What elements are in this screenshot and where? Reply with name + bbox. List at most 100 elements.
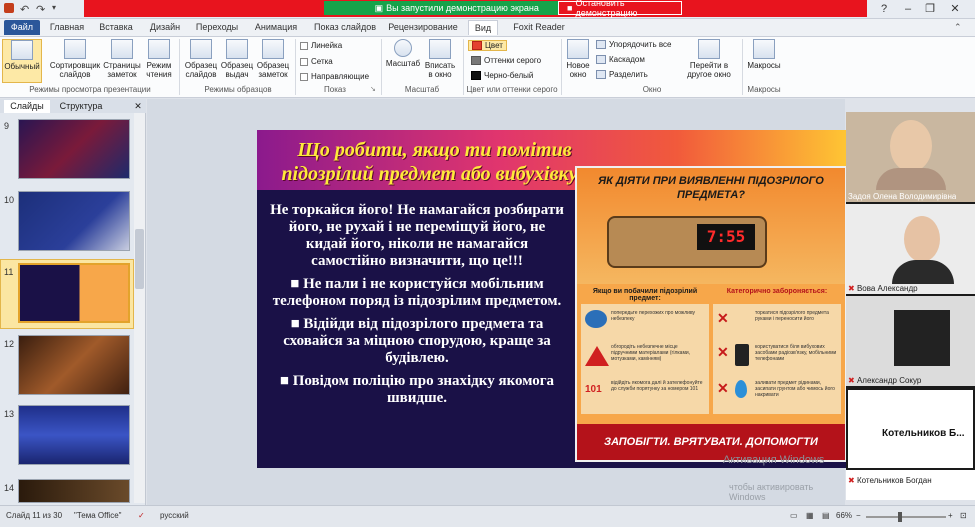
close-icon[interactable]: ✕: [944, 2, 966, 16]
participant-video-3[interactable]: ✖ Александр Сокур: [846, 296, 975, 386]
zoom-level[interactable]: 66%: [836, 511, 852, 520]
redo-icon[interactable]: ↷: [36, 3, 45, 16]
close-panel-icon[interactable]: ✕: [132, 100, 144, 113]
zoom-button[interactable]: Масштаб: [384, 39, 422, 68]
tab-file[interactable]: Файл: [4, 20, 40, 35]
slide-thumbnail-13[interactable]: [18, 405, 130, 465]
switch-window-label: Перейти в другое окно: [687, 61, 731, 79]
quick-access-dropdown-icon[interactable]: ▾: [52, 3, 56, 12]
tab-animation[interactable]: Анимация: [250, 20, 302, 35]
poster-left-column: попередьте перехожих про можливу небезпе…: [581, 304, 709, 414]
black-white-label: Черно-белый: [484, 71, 534, 80]
tab-slideshow[interactable]: Показ слайдов: [312, 20, 378, 35]
ruler-checkbox[interactable]: Линейка: [300, 41, 342, 50]
slide-paragraph: Не торкайся його! Не намагайся розбирати…: [270, 202, 564, 269]
cascade-button[interactable]: Каскадом: [596, 55, 645, 64]
participant-video-5[interactable]: ✖ Котельников Богдан: [846, 470, 975, 500]
tab-insert[interactable]: Вставка: [96, 20, 136, 35]
tab-design[interactable]: Дизайн: [146, 20, 184, 35]
language-label[interactable]: русский: [160, 511, 189, 520]
fit-window-button[interactable]: Вписать в окно: [422, 39, 458, 79]
zoom-slider[interactable]: [866, 512, 946, 522]
collapse-ribbon-icon[interactable]: ⌃: [954, 22, 962, 33]
grid-checkbox[interactable]: Сетка: [300, 57, 333, 66]
fit-slide-icon[interactable]: ⊡: [960, 511, 967, 520]
new-window-button[interactable]: Новое окно: [564, 39, 592, 79]
black-white-button[interactable]: Черно-белый: [471, 71, 533, 80]
participant-video-2[interactable]: ✖ Вова Александр: [846, 204, 975, 294]
guides-checkbox[interactable]: Направляющие: [300, 72, 369, 81]
app-icon: [4, 3, 14, 13]
tab-view[interactable]: Вид: [468, 20, 498, 35]
checkbox-icon: [300, 57, 308, 66]
slide-thumbnail-12[interactable]: [18, 335, 130, 395]
scrollbar-thumb[interactable]: [135, 229, 144, 289]
muted-mic-icon: ✖: [848, 376, 857, 385]
tab-outline[interactable]: Структура: [52, 100, 110, 113]
sorter-view-status-icon[interactable]: ▦: [806, 511, 814, 520]
participant-face: [890, 120, 932, 172]
poster-left-row: відійдіть якомога далі й зателефонуйте д…: [611, 380, 703, 392]
slide-thumbnail-11[interactable]: [18, 263, 130, 323]
current-slide[interactable]: Що робити, якщо ти помітив підозрілий пр…: [257, 130, 857, 468]
participant-name: Задоя Олена Володимирівна: [848, 192, 957, 201]
notes-page-button[interactable]: Страницы заметок: [102, 39, 142, 79]
normal-view-button[interactable]: Обычный: [2, 39, 42, 83]
slide-thumbnail-14[interactable]: [18, 479, 130, 503]
switch-window-button[interactable]: Перейти в другое окно: [680, 39, 738, 79]
participant-shoulders: [876, 168, 946, 190]
dialog-launcher-icon[interactable]: ↘: [370, 85, 376, 93]
grayscale-button[interactable]: Оттенки серого: [471, 56, 541, 65]
undo-icon[interactable]: ↶: [20, 3, 29, 16]
poster-right-column: ✕ торкатися підозрілого предмета руками …: [713, 304, 841, 414]
help-icon[interactable]: ?: [873, 2, 895, 16]
participant-video-1[interactable]: Задоя Олена Володимирівна: [846, 112, 975, 202]
spellcheck-icon[interactable]: ✓: [138, 511, 145, 520]
slide-sorter-button[interactable]: Сортировщик слайдов: [48, 39, 102, 79]
tab-foxit[interactable]: Foxit Reader PDF: [506, 20, 572, 47]
minimize-icon[interactable]: –: [897, 2, 919, 16]
reading-view-label: Режим чтения: [146, 61, 172, 79]
group-label-window: Окно: [642, 85, 662, 94]
maximize-icon[interactable]: ❐: [919, 2, 941, 16]
color-button[interactable]: Цвет: [468, 40, 507, 51]
slide-thumbnail-9[interactable]: [18, 119, 130, 179]
ribbon-tabs: Файл Главная Вставка Дизайн Переходы Ани…: [0, 19, 975, 47]
forbidden-x-icon: ✕: [717, 310, 729, 326]
zoom-slider-thumb[interactable]: [898, 512, 902, 522]
zoom-in-icon[interactable]: +: [948, 511, 953, 520]
reading-view-button[interactable]: Режим чтения: [142, 39, 176, 79]
slide-master-button[interactable]: Образец слайдов: [182, 39, 220, 79]
slide-thumbnail-10[interactable]: [18, 191, 130, 251]
activation-watermark: Активация Windows: [723, 454, 825, 466]
safety-poster: ЯК ДІЯТИ ПРИ ВИЯВЛЕННІ ПІДОЗРІЛОГО ПРЕДМ…: [575, 166, 847, 462]
arrange-all-button[interactable]: Упорядочить все: [596, 40, 671, 49]
slide-paragraph: ■ Відійди від підозрілого предмета та сх…: [283, 316, 551, 366]
tab-home[interactable]: Главная: [48, 20, 86, 35]
macros-button[interactable]: Макросы: [746, 39, 782, 70]
zoom-out-icon[interactable]: −: [856, 511, 861, 520]
magnifier-icon: [394, 39, 412, 57]
slide-paragraph: ■ Повідом поліцію про знахідку якомога ш…: [279, 373, 555, 406]
panel-scrollbar[interactable]: [134, 113, 145, 503]
slide-sorter-label: Сортировщик слайдов: [49, 61, 101, 79]
reading-view-status-icon[interactable]: ▤: [822, 511, 830, 520]
participant-video-4[interactable]: Котельников Б...: [846, 388, 975, 470]
tab-transitions[interactable]: Переходы: [194, 20, 240, 35]
tab-slides[interactable]: Слайды: [4, 100, 50, 113]
slide-number: 14: [4, 483, 15, 493]
notes-master-button[interactable]: Образец заметок: [254, 39, 292, 79]
notes-page-icon: [111, 39, 133, 59]
panel-tabs: Слайды Структура ✕: [0, 99, 146, 113]
group-label-presentation-views: Режимы просмотра презентации: [29, 85, 151, 94]
activation-watermark-sub: чтобы активировать Windows: [729, 482, 814, 502]
notes-master-icon: [262, 39, 284, 59]
stop-share-button[interactable]: ■ Остановить демонстрацию: [558, 0, 682, 18]
stop-icon: ■: [567, 3, 573, 13]
slides-panel: Слайды Структура ✕ 9 10 11 12 13 14: [0, 99, 146, 505]
tab-review[interactable]: Рецензирование: [386, 20, 460, 35]
handout-master-button[interactable]: Образец выдач: [220, 39, 254, 79]
normal-view-status-icon[interactable]: ▭: [790, 511, 798, 520]
split-button[interactable]: Разделить: [596, 70, 648, 79]
slide-body: Не торкайся його! Не намагайся розбирати…: [267, 202, 567, 413]
